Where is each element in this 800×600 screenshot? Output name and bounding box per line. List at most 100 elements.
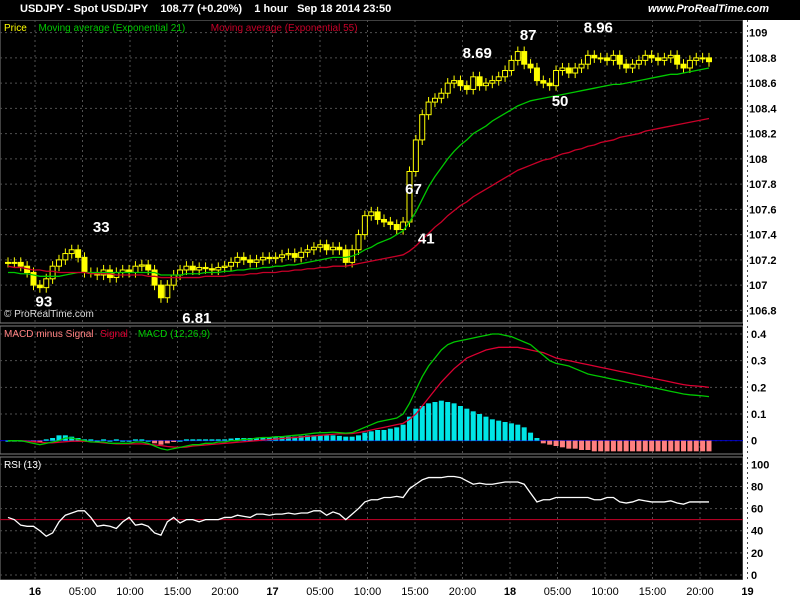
candle-body: [610, 54, 617, 61]
candle-body: [68, 249, 75, 255]
candle-body: [330, 246, 337, 251]
macd-histogram-bar: [496, 420, 502, 441]
macd-histogram-bar: [349, 436, 355, 441]
macd-histogram-bar: [591, 440, 597, 452]
candle-body: [361, 215, 368, 236]
candle-body: [253, 259, 260, 263]
candle-body: [215, 266, 222, 271]
candle-body: [470, 76, 477, 90]
candle-body: [514, 51, 521, 61]
macd-histogram-bar: [101, 439, 107, 441]
time-tick-label: 05:00: [69, 586, 97, 598]
macd-histogram-bar: [381, 430, 387, 441]
candle-body: [629, 63, 636, 69]
macd-histogram-bar: [604, 440, 610, 452]
candle-body: [451, 80, 458, 84]
macd-histogram-bar: [196, 439, 202, 441]
candle-body: [145, 264, 152, 271]
candle-body: [5, 261, 11, 264]
candle-body: [693, 57, 700, 61]
time-tick-label: 18: [504, 586, 516, 598]
price-tick-label: 107.4: [749, 230, 777, 242]
macd-histogram-bar: [489, 419, 495, 441]
candle-body: [323, 244, 330, 251]
price-legend-item: Price: [4, 23, 27, 34]
candle-body: [444, 82, 451, 94]
macd-legend-item: MACD minus Signal: [4, 329, 93, 340]
macd-histogram-bar: [617, 440, 623, 452]
candle-body: [317, 244, 324, 248]
candle-body: [680, 63, 687, 69]
macd-histogram-bar: [368, 431, 374, 441]
macd-histogram-bar: [534, 438, 540, 441]
macd-panel: MACD minus Signal Signal MACD (12,26,9): [0, 329, 743, 452]
candle-body: [540, 80, 547, 84]
macd-histogram-bar: [559, 440, 565, 448]
candle-body: [310, 246, 317, 251]
candle-body: [591, 54, 598, 59]
price-tick-label: 108.2: [749, 129, 777, 141]
macd-histogram-bar: [120, 440, 126, 442]
macd-histogram-bar: [477, 414, 483, 441]
price-annotation: 67: [405, 181, 422, 198]
price-annotation: 41: [418, 230, 435, 247]
candle-body: [412, 139, 419, 172]
candle-body: [495, 76, 502, 82]
time-tick-label: 20:00: [211, 586, 239, 598]
candle-body: [463, 85, 470, 90]
price-annotation: 50: [552, 93, 569, 110]
macd-histogram-bar: [432, 402, 438, 441]
price-tick-label: 109: [749, 28, 767, 40]
candle-body: [291, 253, 298, 258]
macd-histogram-bar: [387, 428, 393, 441]
candle-body: [17, 261, 24, 267]
macd-histogram-bar: [222, 439, 228, 441]
candle-body: [266, 256, 273, 260]
price-tick-label: 107.6: [749, 204, 777, 216]
macd-histogram-bar: [330, 435, 336, 441]
macd-histogram-bar: [700, 440, 706, 452]
price-tick-label: 108: [749, 154, 767, 166]
macd-histogram-bar: [451, 403, 457, 441]
time-tick-label: 17: [266, 586, 278, 598]
timeframe-label: 1 hour: [254, 3, 288, 15]
candle-body: [393, 224, 400, 231]
candle-body: [425, 101, 432, 116]
time-tick-label: 19: [741, 586, 753, 598]
macd-histogram-bar: [630, 440, 636, 452]
macd-histogram-bar: [610, 440, 616, 452]
candle-body: [667, 54, 674, 59]
macd-tick-label: 0.1: [751, 409, 766, 421]
macd-histogram-bar: [209, 439, 215, 441]
macd-histogram-bar: [457, 406, 463, 441]
macd-legend-item: MACD (12,26,9): [138, 329, 210, 340]
candle-body: [247, 259, 254, 263]
candle-body: [565, 67, 572, 74]
macd-histogram-bar: [158, 440, 164, 445]
candle-body: [196, 266, 203, 271]
candle-body: [546, 82, 553, 87]
macd-tick-label: 0: [751, 436, 757, 448]
candle-body: [259, 256, 266, 261]
macd-histogram-bar: [107, 440, 113, 442]
macd-histogram-bar: [470, 411, 476, 441]
macd-histogram-bar: [598, 440, 604, 452]
macd-histogram-bar: [579, 440, 585, 450]
candle-body: [374, 211, 381, 220]
candle-body: [368, 211, 375, 217]
candle-body: [431, 97, 438, 103]
chart-header: USDJPY - Spot USD/JPY 108.77 (+0.20%) 1 …: [0, 0, 800, 20]
candle-body: [75, 249, 82, 258]
macd-histogram-bar: [177, 440, 183, 442]
candle-body: [279, 254, 286, 258]
candle-body: [674, 54, 681, 65]
candle-body: [43, 278, 50, 289]
candle-body: [272, 256, 279, 260]
price-tick-label: 107.8: [749, 179, 777, 191]
price-tick-label: 108.8: [749, 53, 777, 65]
candle-body: [189, 265, 196, 271]
candle-body: [616, 54, 623, 65]
macd-histogram-bar: [190, 439, 196, 441]
rsi-panel: RSI (13): [0, 460, 743, 538]
candle-body: [476, 76, 483, 87]
